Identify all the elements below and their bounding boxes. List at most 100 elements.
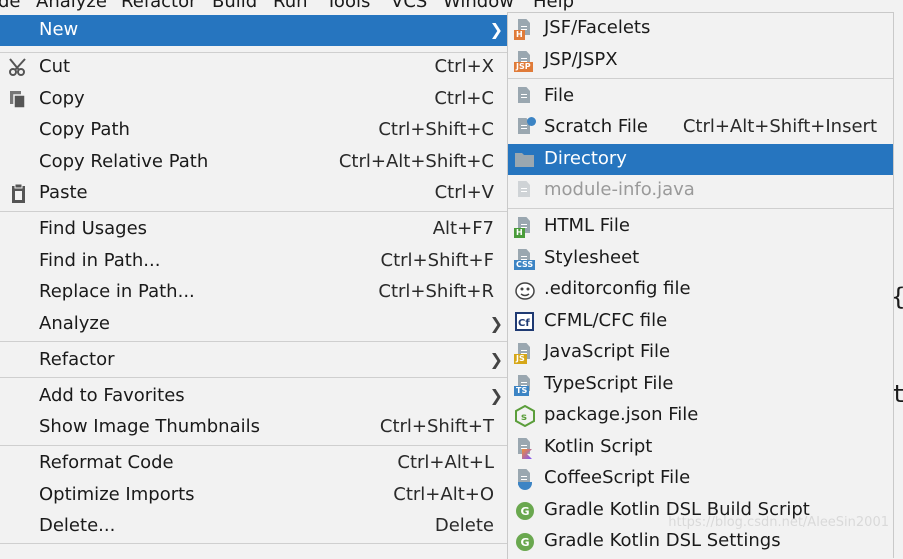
menu-cut[interactable]: Cut Ctrl+X [0,52,507,83]
chevron-right-icon: ❯ [489,314,503,333]
menu-find-usages[interactable]: Find Usages Alt+F7 [0,214,507,245]
submenu-jsp-jspx[interactable]: JSP JSP/JSPX [508,45,893,76]
menu-refactor[interactable]: Refactor ❯ [0,345,507,376]
submenu-file-label: File [544,85,575,106]
menu-show-image-thumbnails[interactable]: Show Image Thumbnails Ctrl+Shift+T [0,412,507,443]
menu-item-window[interactable]: Window [443,0,514,12]
menu-cut-shortcut: Ctrl+X [434,56,494,77]
menu-item-analyze[interactable]: Analyze [36,0,107,12]
submenu-kotlin-script-label: Kotlin Script [544,436,653,457]
menu-analyze-label: Analyze [39,313,110,334]
coffeescript-icon [514,468,536,490]
menu-copy-relative-path[interactable]: Copy Relative Path Ctrl+Alt+Shift+C [0,147,507,178]
separator [508,78,893,79]
menu-refactor-label: Refactor [39,349,115,370]
menu-paste[interactable]: Paste Ctrl+V [0,178,507,209]
menu-replace-in-path[interactable]: Replace in Path... Ctrl+Shift+R [0,277,507,308]
submenu-html-file[interactable]: H HTML File [508,211,893,242]
svg-text:s: s [521,412,527,423]
chevron-right-icon: ❯ [489,386,503,405]
submenu-cfml-cfc[interactable]: Cf CFML/CFC file [508,306,893,337]
submenu-editorconfig-label: .editorconfig file [544,278,691,299]
menu-copy-relative-path-shortcut: Ctrl+Alt+Shift+C [338,151,494,172]
submenu-module-info[interactable]: module-info.java [508,175,893,206]
submenu-gradle-kotlin-settings[interactable]: G Gradle Kotlin DSL Settings [508,526,893,557]
submenu-javascript-file[interactable]: JS JavaScript File [508,337,893,368]
submenu-stylesheet-label: Stylesheet [544,247,640,268]
menu-reformat-code-label: Reformat Code [39,452,174,473]
menu-item-run[interactable]: Run [273,0,308,12]
submenu-gradle-kotlin-settings-label: Gradle Kotlin DSL Settings [544,530,781,551]
menu-item-tools[interactable]: Tools [326,0,370,12]
menu-copy-path-label: Copy Path [39,119,130,140]
menu-show-image-thumbnails-label: Show Image Thumbnails [39,416,260,437]
folder-icon [514,149,536,171]
context-menu: New ❯ Cut Ctrl+X Copy Ctrl+C Copy Path C… [0,14,508,559]
menu-replace-in-path-label: Replace in Path... [39,281,195,302]
menu-find-in-path[interactable]: Find in Path... Ctrl+Shift+F [0,246,507,277]
submenu-scratch-file-label: Scratch File [544,116,648,137]
menu-replace-in-path-shortcut: Ctrl+Shift+R [378,281,494,302]
menu-find-usages-shortcut: Alt+F7 [432,218,494,239]
submenu-package-json-label: package.json File [544,404,699,425]
menu-cut-label: Cut [39,56,71,77]
separator [0,211,507,212]
gradle-icon: G [514,500,536,522]
menu-item-vcs[interactable]: VCS [391,0,427,12]
separator [0,543,507,544]
submenu-package-json[interactable]: s package.json File [508,400,893,431]
svg-text:G: G [521,505,530,518]
submenu-scratch-file-shortcut: Ctrl+Alt+Shift+Insert [682,116,877,137]
submenu-module-info-label: module-info.java [544,179,695,200]
scratch-file-icon [514,117,536,139]
menu-copy-path[interactable]: Copy Path Ctrl+Shift+C [0,115,507,146]
submenu-editorconfig[interactable]: .editorconfig file [508,274,893,305]
svg-text:G: G [521,536,530,549]
chevron-right-icon: ❯ [489,350,503,369]
submenu-stylesheet[interactable]: CSS Stylesheet [508,243,893,274]
menu-delete[interactable]: Delete... Delete [0,511,507,542]
submenu-directory[interactable]: Directory [508,144,893,175]
submenu-typescript-file[interactable]: TS TypeScript File [508,369,893,400]
submenu-coffeescript-file[interactable]: CoffeeScript File [508,463,893,494]
menu-find-in-path-shortcut: Ctrl+Shift+F [380,250,494,271]
menu-item-build[interactable]: Build [212,0,257,12]
editorconfig-icon [514,279,536,301]
menu-item-refactor[interactable]: Refactor [121,0,197,12]
kotlin-file-icon [514,437,536,459]
submenu-file[interactable]: File [508,81,893,112]
submenu-javascript-file-label: JavaScript File [544,341,671,362]
file-icon [514,86,536,108]
submenu-scratch-file[interactable]: Scratch File Ctrl+Alt+Shift+Insert [508,112,893,143]
submenu-coffeescript-file-label: CoffeeScript File [544,467,691,488]
gradle-icon: G [514,531,536,553]
menu-show-image-thumbnails-shortcut: Ctrl+Shift+T [379,416,494,437]
menu-item-view[interactable]: de [0,0,21,12]
submenu-html-file-label: HTML File [544,215,630,236]
submenu-cfml-cfc-label: CFML/CFC file [544,310,668,331]
menu-copy-shortcut: Ctrl+C [434,88,494,109]
menu-copy[interactable]: Copy Ctrl+C [0,84,507,115]
submenu-kotlin-script[interactable]: Kotlin Script [508,432,893,463]
separator [0,341,507,342]
jsf-file-icon: H [514,18,536,40]
submenu-typescript-file-label: TypeScript File [544,373,674,394]
new-submenu: H JSF/Facelets JSP JSP/JSPX File Scratch… [507,12,894,558]
chevron-right-icon: ❯ [489,20,503,39]
scissors-icon [8,57,30,79]
css-file-icon: CSS [514,248,536,270]
menu-new[interactable]: New ❯ [0,15,507,46]
menu-add-to-favorites[interactable]: Add to Favorites ❯ [0,381,507,412]
menu-optimize-imports[interactable]: Optimize Imports Ctrl+Alt+O [0,480,507,511]
menu-item-help[interactable]: Help [533,0,574,12]
menu-reformat-code[interactable]: Reformat Code Ctrl+Alt+L [0,448,507,479]
separator [0,445,507,446]
js-file-icon: JS [514,342,536,364]
menu-analyze[interactable]: Analyze ❯ [0,309,507,340]
submenu-jsf-facelets[interactable]: H JSF/Facelets [508,13,893,44]
submenu-directory-label: Directory [544,148,627,169]
menu-copy-label: Copy [39,88,85,109]
separator [508,208,893,209]
copy-icon [8,89,30,111]
menu-delete-label: Delete... [39,515,116,536]
